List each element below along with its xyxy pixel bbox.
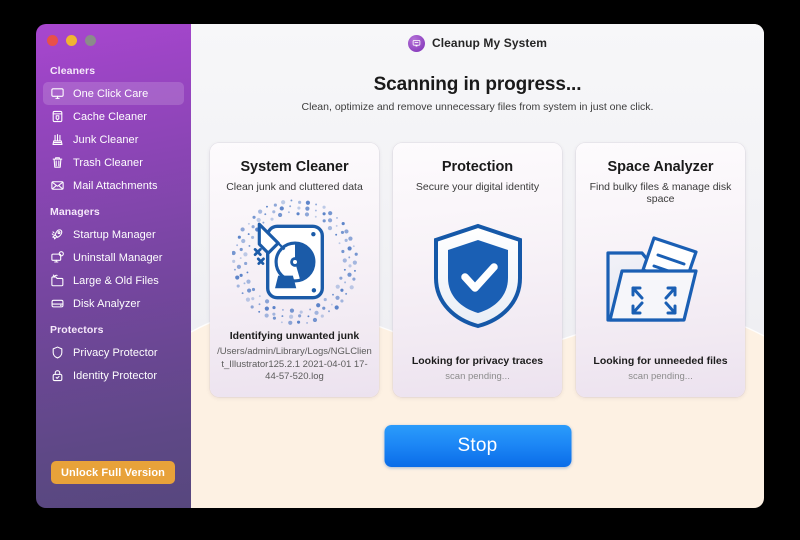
sidebar-item-label: Mail Attachments [73, 179, 158, 192]
main-content: Cleanup My System Scanning in progress..… [191, 24, 764, 508]
window-traffic-lights [47, 35, 96, 46]
unlock-full-version-button[interactable]: Unlock Full Version [51, 461, 175, 484]
sidebar-item-disk-analyzer[interactable]: Disk Analyzer [43, 292, 184, 315]
rocket-icon [50, 227, 65, 242]
harddrive-broom-icon [210, 193, 379, 330]
sidebar-item-label: Uninstall Manager [73, 251, 163, 264]
envelope-icon [50, 178, 65, 193]
sidebar-item-mail-attachments[interactable]: Mail Attachments [43, 174, 184, 197]
card-detail: /Users/admin/Library/Logs/NGLClient_Illu… [217, 346, 372, 383]
sidebar-item-one-click-care[interactable]: One Click Care [43, 82, 184, 105]
sidebar-item-label: Disk Analyzer [73, 297, 141, 310]
monitor-gear-icon [50, 250, 65, 265]
app-window: Cleaners One Click Care Cache Cleaner Junk … [36, 24, 764, 508]
lock-icon [50, 368, 65, 383]
card-subtitle: Secure your digital identity [415, 181, 540, 193]
zoom-window-button[interactable] [85, 35, 96, 46]
harddrive-icon [50, 296, 65, 311]
sidebar-item-cache-cleaner[interactable]: Cache Cleaner [43, 105, 184, 128]
sidebar: Cleaners One Click Care Cache Cleaner Junk … [36, 24, 191, 508]
sidebar-item-junk-cleaner[interactable]: Junk Cleaner [43, 128, 184, 151]
folder-expand-icon [576, 205, 745, 355]
stop-button[interactable]: Stop [384, 425, 571, 467]
sidebar-item-label: Large & Old Files [73, 274, 159, 287]
scan-card-system-cleaner[interactable]: System Cleaner Clean junk and cluttered … [210, 143, 379, 397]
sidebar-group-title: Protectors [50, 324, 104, 336]
sidebar-item-privacy-protector[interactable]: Privacy Protector [43, 341, 184, 364]
trash-icon [50, 155, 65, 170]
sidebar-item-uninstall-manager[interactable]: Uninstall Manager [43, 246, 184, 269]
sidebar-item-label: Junk Cleaner [73, 133, 139, 146]
sidebar-item-identity-protector[interactable]: Identity Protector [43, 364, 184, 387]
folder-clock-icon [50, 273, 65, 288]
cache-box-icon [50, 109, 65, 124]
titlebar: Cleanup My System [191, 24, 764, 62]
sidebar-item-label: Identity Protector [73, 369, 158, 382]
broom-icon [50, 132, 65, 147]
app-logo-icon [407, 34, 425, 52]
scan-card-protection[interactable]: Protection Secure your digital identity … [393, 143, 562, 397]
card-subtitle: Clean junk and cluttered data [226, 181, 363, 193]
sidebar-item-label: Cache Cleaner [73, 110, 148, 123]
card-title: Protection [441, 159, 514, 175]
card-title: Space Analyzer [607, 159, 714, 175]
scan-card-space-analyzer[interactable]: Space Analyzer Find bulky files & manage… [576, 143, 745, 397]
card-detail: scan pending... [628, 371, 693, 383]
minimize-window-button[interactable] [66, 35, 77, 46]
card-footer: Looking for unneeded files scan pending.… [576, 355, 745, 397]
card-title: System Cleaner [240, 159, 349, 175]
card-status: Looking for privacy traces [411, 355, 544, 368]
sidebar-group-title: Cleaners [50, 65, 96, 77]
scan-cards: System Cleaner Clean junk and cluttered … [210, 143, 745, 397]
card-status: Looking for unneeded files [593, 355, 728, 368]
sidebar-item-label: Privacy Protector [73, 346, 158, 359]
shield-icon [50, 345, 65, 360]
sidebar-item-startup-manager[interactable]: Startup Manager [43, 223, 184, 246]
monitor-icon [50, 86, 65, 101]
card-footer: Looking for privacy traces scan pending.… [393, 355, 562, 397]
card-footer: Identifying unwanted junk /Users/admin/L… [210, 330, 379, 397]
close-window-button[interactable] [47, 35, 58, 46]
shield-check-icon [393, 193, 562, 355]
app-title: Cleanup My System [431, 36, 548, 50]
page-subtitle: Clean, optimize and remove unnecessary f… [301, 101, 654, 113]
sidebar-item-label: Trash Cleaner [73, 156, 143, 169]
card-status: Identifying unwanted junk [229, 330, 360, 343]
card-detail: scan pending... [445, 371, 510, 383]
card-subtitle: Find bulky files & manage disk space [589, 181, 732, 205]
sidebar-item-label: Startup Manager [73, 228, 156, 241]
sidebar-item-large-old-files[interactable]: Large & Old Files [43, 269, 184, 292]
sidebar-group-title: Managers [50, 206, 100, 218]
sidebar-item-label: One Click Care [73, 87, 149, 100]
page-title: Scanning in progress... [373, 74, 582, 95]
sidebar-item-trash-cleaner[interactable]: Trash Cleaner [43, 151, 184, 174]
sidebar-nav: Cleaners One Click Care Cache Cleaner Junk … [36, 56, 191, 387]
